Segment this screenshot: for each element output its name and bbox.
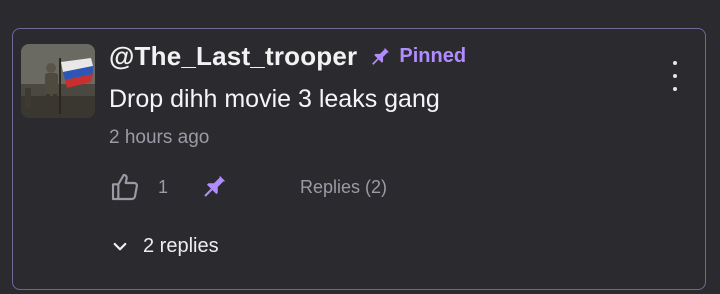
like-count: 1 [158,176,169,197]
comment-card: @The_Last_trooper Pinned Drop dihh movie… [12,28,706,290]
expand-replies-button[interactable]: 2 replies [111,235,219,258]
replies-link[interactable]: Replies (2) [300,177,387,198]
comment-timestamp: 2 hours ago [109,127,210,148]
pinned-label: Pinned [399,45,467,67]
vertical-ellipsis-icon [673,61,677,65]
comment-actions: 1 Replies (2) [109,170,387,204]
author-name[interactable]: @The_Last_trooper [109,41,357,72]
comment-header: @The_Last_trooper Pinned [109,41,466,72]
avatar-image [21,44,95,118]
chevron-down-icon [113,242,127,250]
avatar[interactable] [21,44,95,118]
pushpin-icon [372,47,390,65]
comment-text: Drop dihh movie 3 leaks gang [109,85,440,113]
pushpin-icon [204,175,226,197]
thumbs-up-icon [111,173,138,201]
more-options-button[interactable] [671,61,679,91]
like-button[interactable]: 1 [109,171,168,203]
pin-button[interactable] [198,171,230,203]
expand-replies-label: 2 replies [143,235,219,257]
pinned-badge: Pinned [367,44,466,70]
